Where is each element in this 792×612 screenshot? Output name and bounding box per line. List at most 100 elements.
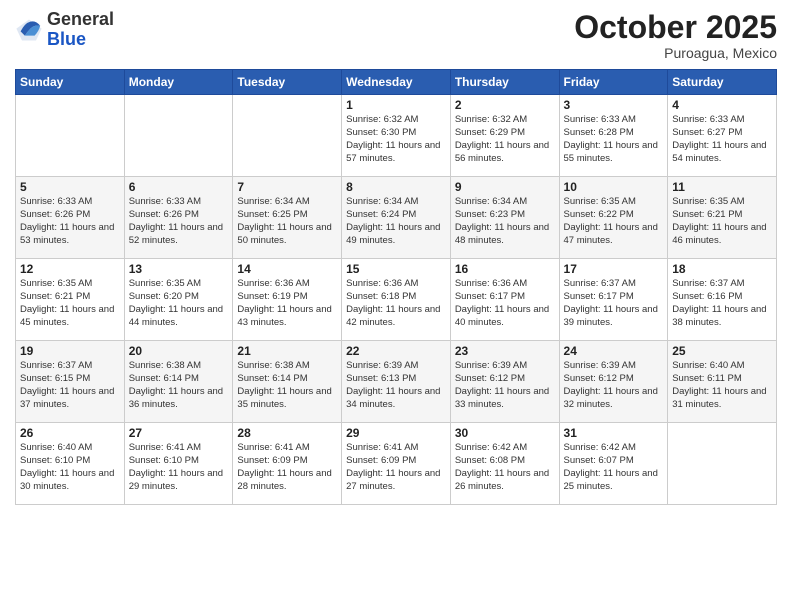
calendar-header-monday: Monday	[124, 70, 233, 95]
day-number: 4	[672, 98, 772, 112]
calendar-cell-3-5: 24 Sunrise: 6:39 AM Sunset: 6:12 PM Dayli…	[559, 341, 668, 423]
day-number: 11	[672, 180, 772, 194]
day-info: Sunrise: 6:41 AM Sunset: 6:09 PM Dayligh…	[237, 442, 337, 493]
calendar-cell-0-1	[124, 95, 233, 177]
calendar-cell-1-1: 6Sunrise: 6:33 AM Sunset: 6:26 PM Daylig…	[124, 177, 233, 259]
calendar-header-tuesday: Tuesday	[233, 70, 342, 95]
calendar-week-2: 12 Sunrise: 6:35 AM Sunset: 6:21 PM Dayli…	[16, 259, 777, 341]
calendar-cell-4-3: 29Sunrise: 6:41 AM Sunset: 6:09 PM Dayli…	[342, 423, 451, 505]
calendar-header-row: SundayMondayTuesdayWednesdayThursdayFrid…	[16, 70, 777, 95]
day-number: 13	[129, 262, 229, 276]
day-number: 3	[564, 98, 664, 112]
calendar-header-friday: Friday	[559, 70, 668, 95]
day-info: Sunrise: 6:36 AM Sunset: 6:17 PM Dayligh…	[455, 278, 555, 329]
page: General Blue October 2025 Puroagua, Mexi…	[0, 0, 792, 612]
day-info: Sunrise: 6:39 AM Sunset: 6:12 PM Dayligh…	[564, 360, 664, 411]
calendar-cell-0-4: 2 Sunrise: 6:32 AM Sunset: 6:29 PM Daylig…	[450, 95, 559, 177]
day-info: Sunrise: 6:32 AM Sunset: 6:29 PM Dayligh…	[455, 114, 555, 165]
day-number: 22	[346, 344, 446, 358]
day-number: 2	[455, 98, 555, 112]
day-info: Sunrise: 6:41 AM Sunset: 6:10 PM Dayligh…	[129, 442, 229, 493]
day-info: Sunrise: 6:33 AM Sunset: 6:26 PM Dayligh…	[20, 196, 120, 247]
header: General Blue October 2025 Puroagua, Mexi…	[15, 10, 777, 61]
calendar-cell-4-4: 30 Sunrise: 6:42 AM Sunset: 6:08 PM Dayli…	[450, 423, 559, 505]
calendar-cell-4-0: 26 Sunrise: 6:40 AM Sunset: 6:10 PM Dayli…	[16, 423, 125, 505]
day-info: Sunrise: 6:42 AM Sunset: 6:08 PM Dayligh…	[455, 442, 555, 493]
calendar-header-thursday: Thursday	[450, 70, 559, 95]
day-number: 14	[237, 262, 337, 276]
calendar-cell-3-3: 22Sunrise: 6:39 AM Sunset: 6:13 PM Dayli…	[342, 341, 451, 423]
logo-text: General Blue	[47, 10, 114, 50]
day-info: Sunrise: 6:40 AM Sunset: 6:11 PM Dayligh…	[672, 360, 772, 411]
day-info: Sunrise: 6:41 AM Sunset: 6:09 PM Dayligh…	[346, 442, 446, 493]
calendar-cell-2-2: 14 Sunrise: 6:36 AM Sunset: 6:19 PM Dayli…	[233, 259, 342, 341]
day-number: 1	[346, 98, 446, 112]
calendar-cell-4-5: 31Sunrise: 6:42 AM Sunset: 6:07 PM Dayli…	[559, 423, 668, 505]
day-number: 18	[672, 262, 772, 276]
day-number: 19	[20, 344, 120, 358]
month-title: October 2025	[574, 10, 777, 45]
location: Puroagua, Mexico	[574, 45, 777, 61]
day-info: Sunrise: 6:42 AM Sunset: 6:07 PM Dayligh…	[564, 442, 664, 493]
day-number: 8	[346, 180, 446, 194]
logo-icon	[15, 16, 43, 44]
day-info: Sunrise: 6:37 AM Sunset: 6:16 PM Dayligh…	[672, 278, 772, 329]
day-number: 17	[564, 262, 664, 276]
day-info: Sunrise: 6:35 AM Sunset: 6:22 PM Dayligh…	[564, 196, 664, 247]
calendar-cell-2-3: 15Sunrise: 6:36 AM Sunset: 6:18 PM Dayli…	[342, 259, 451, 341]
day-info: Sunrise: 6:36 AM Sunset: 6:19 PM Dayligh…	[237, 278, 337, 329]
calendar-header-saturday: Saturday	[668, 70, 777, 95]
day-info: Sunrise: 6:40 AM Sunset: 6:10 PM Dayligh…	[20, 442, 120, 493]
calendar-table: SundayMondayTuesdayWednesdayThursdayFrid…	[15, 69, 777, 505]
calendar-header-wednesday: Wednesday	[342, 70, 451, 95]
day-info: Sunrise: 6:38 AM Sunset: 6:14 PM Dayligh…	[237, 360, 337, 411]
calendar-cell-0-3: 1 Sunrise: 6:32 AM Sunset: 6:30 PM Daylig…	[342, 95, 451, 177]
day-number: 21	[237, 344, 337, 358]
logo: General Blue	[15, 10, 114, 50]
calendar-cell-0-2	[233, 95, 342, 177]
calendar-cell-3-0: 19 Sunrise: 6:37 AM Sunset: 6:15 PM Dayli…	[16, 341, 125, 423]
calendar-cell-2-4: 16 Sunrise: 6:36 AM Sunset: 6:17 PM Dayli…	[450, 259, 559, 341]
calendar-cell-3-2: 21 Sunrise: 6:38 AM Sunset: 6:14 PM Dayli…	[233, 341, 342, 423]
calendar-cell-2-6: 18 Sunrise: 6:37 AM Sunset: 6:16 PM Dayli…	[668, 259, 777, 341]
day-number: 28	[237, 426, 337, 440]
calendar-cell-1-0: 5 Sunrise: 6:33 AM Sunset: 6:26 PM Daylig…	[16, 177, 125, 259]
calendar-week-3: 19 Sunrise: 6:37 AM Sunset: 6:15 PM Dayli…	[16, 341, 777, 423]
day-info: Sunrise: 6:35 AM Sunset: 6:21 PM Dayligh…	[672, 196, 772, 247]
calendar-header-sunday: Sunday	[16, 70, 125, 95]
day-info: Sunrise: 6:33 AM Sunset: 6:27 PM Dayligh…	[672, 114, 772, 165]
calendar-cell-1-5: 10 Sunrise: 6:35 AM Sunset: 6:22 PM Dayli…	[559, 177, 668, 259]
calendar-cell-1-6: 11 Sunrise: 6:35 AM Sunset: 6:21 PM Dayli…	[668, 177, 777, 259]
calendar-cell-4-2: 28 Sunrise: 6:41 AM Sunset: 6:09 PM Dayli…	[233, 423, 342, 505]
day-number: 24	[564, 344, 664, 358]
calendar-week-0: 1 Sunrise: 6:32 AM Sunset: 6:30 PM Daylig…	[16, 95, 777, 177]
day-number: 23	[455, 344, 555, 358]
day-info: Sunrise: 6:34 AM Sunset: 6:23 PM Dayligh…	[455, 196, 555, 247]
day-info: Sunrise: 6:33 AM Sunset: 6:26 PM Dayligh…	[129, 196, 229, 247]
day-number: 26	[20, 426, 120, 440]
day-number: 20	[129, 344, 229, 358]
calendar-cell-1-4: 9 Sunrise: 6:34 AM Sunset: 6:23 PM Daylig…	[450, 177, 559, 259]
day-info: Sunrise: 6:35 AM Sunset: 6:20 PM Dayligh…	[129, 278, 229, 329]
calendar-cell-2-0: 12 Sunrise: 6:35 AM Sunset: 6:21 PM Dayli…	[16, 259, 125, 341]
day-number: 12	[20, 262, 120, 276]
day-info: Sunrise: 6:37 AM Sunset: 6:15 PM Dayligh…	[20, 360, 120, 411]
day-info: Sunrise: 6:32 AM Sunset: 6:30 PM Dayligh…	[346, 114, 446, 165]
day-number: 15	[346, 262, 446, 276]
day-number: 10	[564, 180, 664, 194]
day-number: 7	[237, 180, 337, 194]
day-number: 25	[672, 344, 772, 358]
calendar-cell-2-5: 17Sunrise: 6:37 AM Sunset: 6:17 PM Dayli…	[559, 259, 668, 341]
day-number: 30	[455, 426, 555, 440]
day-info: Sunrise: 6:34 AM Sunset: 6:25 PM Dayligh…	[237, 196, 337, 247]
calendar-cell-4-1: 27Sunrise: 6:41 AM Sunset: 6:10 PM Dayli…	[124, 423, 233, 505]
day-number: 5	[20, 180, 120, 194]
calendar-cell-1-2: 7 Sunrise: 6:34 AM Sunset: 6:25 PM Daylig…	[233, 177, 342, 259]
day-info: Sunrise: 6:34 AM Sunset: 6:24 PM Dayligh…	[346, 196, 446, 247]
day-info: Sunrise: 6:35 AM Sunset: 6:21 PM Dayligh…	[20, 278, 120, 329]
day-number: 16	[455, 262, 555, 276]
day-number: 9	[455, 180, 555, 194]
calendar-cell-1-3: 8 Sunrise: 6:34 AM Sunset: 6:24 PM Daylig…	[342, 177, 451, 259]
title-block: October 2025 Puroagua, Mexico	[574, 10, 777, 61]
day-info: Sunrise: 6:33 AM Sunset: 6:28 PM Dayligh…	[564, 114, 664, 165]
